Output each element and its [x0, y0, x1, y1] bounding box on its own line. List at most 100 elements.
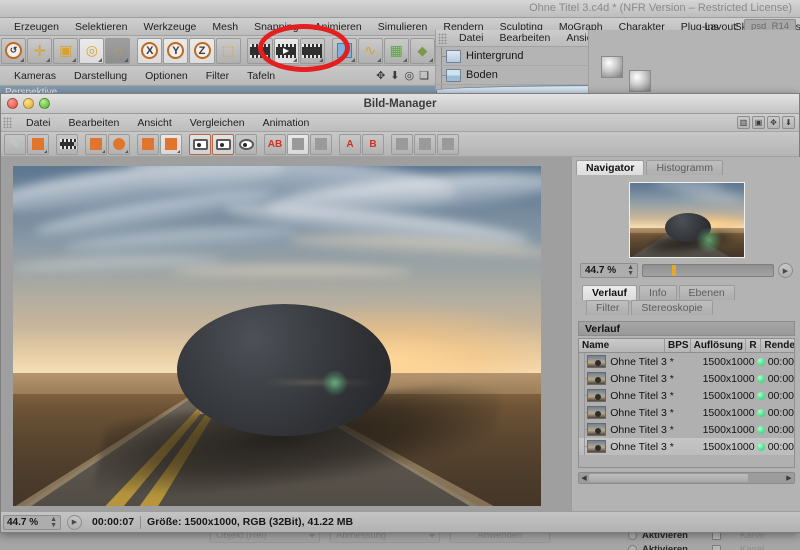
split-vertical-icon[interactable]	[391, 134, 413, 155]
copy-image-icon[interactable]	[137, 134, 159, 155]
history-row[interactable]: Ohne Titel 3 * 1500x1000 00:00	[579, 387, 794, 404]
column-render-time[interactable]: Rende	[761, 339, 794, 352]
pv-menu-ansicht[interactable]: Ansicht	[128, 117, 180, 129]
render-to-picture-viewer-icon[interactable]	[274, 38, 299, 64]
view-ab-icon[interactable]	[235, 134, 257, 155]
diff-compare-icon[interactable]	[310, 134, 332, 155]
move-tool-icon[interactable]: ✛	[27, 38, 52, 64]
rotate-tool-icon[interactable]: ◎	[79, 38, 104, 64]
column-r[interactable]: R	[746, 339, 761, 352]
filmstrip-icon[interactable]	[56, 134, 78, 155]
history-row[interactable]: Ohne Titel 3 * 1500x1000 00:00	[579, 404, 794, 421]
menu-simulieren[interactable]: Simulieren	[370, 18, 436, 36]
world-object-coordinates-icon[interactable]: ⬚	[216, 38, 241, 64]
tab-filter[interactable]: Filter	[586, 300, 629, 315]
menu-werkzeuge[interactable]: Werkzeuge	[135, 18, 204, 36]
viewmenu-kameras[interactable]: Kameras	[6, 70, 64, 82]
column-aufloesung[interactable]: Auflösung	[691, 339, 747, 352]
move-panel-icon[interactable]: ✥	[767, 116, 780, 129]
status-play-icon[interactable]: ▶	[67, 515, 82, 530]
scroll-left-icon[interactable]: ◀	[579, 473, 589, 483]
axis-z-icon[interactable]: Z	[189, 38, 214, 64]
undo-icon[interactable]: ↺	[1, 38, 26, 64]
menu-mesh[interactable]: Mesh	[204, 18, 246, 36]
column-name[interactable]: Name	[579, 339, 665, 352]
history-thumbnail-icon	[587, 355, 606, 368]
navigator-zoom-slider[interactable]	[642, 264, 774, 277]
panel-grip-icon[interactable]	[3, 117, 12, 128]
compare-ab-icon[interactable]: AB	[264, 134, 286, 155]
axis-y-icon[interactable]: Y	[163, 38, 188, 64]
generator-icon[interactable]: ▦	[384, 38, 409, 64]
scale-tool-icon[interactable]: ▣	[53, 38, 78, 64]
rendered-image[interactable]	[13, 166, 541, 506]
tab-verlauf[interactable]: Verlauf	[582, 285, 637, 300]
save-image-icon[interactable]	[27, 134, 49, 155]
menu-snapping[interactable]: Snapping	[246, 18, 306, 36]
dolly-view-icon[interactable]: ⬇	[390, 69, 399, 82]
pv-menu-bearbeiten[interactable]: Bearbeiten	[60, 117, 129, 129]
open-image-icon[interactable]: ✎	[4, 134, 26, 155]
rotate-view-icon[interactable]: ◎	[405, 69, 415, 82]
viewmenu-optionen[interactable]: Optionen	[137, 70, 196, 82]
pv-menu-animation[interactable]: Animation	[254, 117, 319, 129]
viewmenu-filter[interactable]: Filter	[198, 70, 237, 82]
tab-navigator[interactable]: Navigator	[576, 160, 644, 175]
split-grid-icon[interactable]	[414, 134, 436, 155]
tab-histogramm[interactable]: Histogramm	[646, 160, 723, 175]
checkbox-2[interactable]	[712, 545, 721, 550]
split-panel-icon[interactable]: ▥	[737, 116, 750, 129]
add-person-icon[interactable]	[108, 134, 130, 155]
grid-compare-icon[interactable]	[287, 134, 309, 155]
history-row-selected[interactable]: Ohne Titel 3 * 1500x1000 00:00	[579, 438, 794, 455]
view-compare-icon[interactable]	[212, 134, 234, 155]
set-b-icon[interactable]: B	[362, 134, 384, 155]
tab-stereoskopie[interactable]: Stereoskopie	[631, 300, 712, 315]
viewmenu-darstellung[interactable]: Darstellung	[66, 70, 135, 82]
axis-x-icon[interactable]: X	[137, 38, 162, 64]
scrollbar-thumb[interactable]	[589, 474, 748, 482]
history-list[interactable]: Ohne Titel 3 * 1500x1000 00:00 Ohne Tite…	[578, 353, 795, 468]
dock-panel-icon[interactable]: ⬇	[782, 116, 795, 129]
cube-primitive-icon[interactable]	[332, 38, 357, 64]
material-swatch[interactable]	[601, 56, 623, 78]
pv-menu-vergleichen[interactable]: Vergleichen	[181, 117, 254, 129]
maximize-view-icon[interactable]: ❏	[419, 69, 429, 82]
history-horizontal-scrollbar[interactable]: ◀ ▶	[578, 472, 795, 484]
radio-aktivieren-2[interactable]	[628, 545, 637, 550]
picture-viewer-title-bar[interactable]: Bild-Manager	[1, 94, 799, 114]
status-zoom-field[interactable]: 44.7 %▲▼	[3, 515, 61, 530]
spline-icon[interactable]: ∿	[358, 38, 383, 64]
column-bps[interactable]: BPS	[665, 339, 691, 352]
navigator-zoom-next-icon[interactable]: ▶	[778, 263, 793, 278]
menu-animieren[interactable]: Animieren	[306, 18, 369, 36]
fullscreen-panel-icon[interactable]: ▣	[752, 116, 765, 129]
history-row[interactable]: Ohne Titel 3 * 1500x1000 00:00	[579, 353, 794, 370]
menu-selektieren[interactable]: Selektieren	[67, 18, 136, 36]
scroll-right-icon[interactable]: ▶	[784, 473, 794, 483]
om-menu-bearbeiten[interactable]: Bearbeiten	[493, 32, 558, 44]
rotate-alt-icon[interactable]: ◌	[105, 38, 130, 64]
panel-grip-icon[interactable]	[438, 33, 447, 44]
pv-menu-datei[interactable]: Datei	[17, 117, 60, 129]
om-menu-datei[interactable]: Datei	[452, 32, 491, 44]
deformer-icon[interactable]: ◆	[410, 38, 435, 64]
render-settings-icon[interactable]	[300, 38, 325, 64]
view-single-icon[interactable]	[189, 134, 211, 155]
material-swatch[interactable]	[629, 70, 651, 92]
split-horizontal-icon[interactable]	[437, 134, 459, 155]
tab-ebenen[interactable]: Ebenen	[679, 285, 735, 300]
menu-erzeugen[interactable]: Erzeugen	[6, 18, 67, 36]
history-row[interactable]: Ohne Titel 3 * 1500x1000 00:00	[579, 370, 794, 387]
render-view-icon[interactable]	[247, 38, 272, 64]
image-display-area[interactable]	[1, 157, 571, 511]
navigator-zoom-field[interactable]: 44.7 %▲▼	[580, 263, 638, 278]
history-row[interactable]: Ohne Titel 3 * 1500x1000 00:00	[579, 421, 794, 438]
paste-image-icon[interactable]	[160, 134, 182, 155]
navigator-thumbnail[interactable]	[629, 182, 745, 258]
send-to-layer-icon[interactable]	[85, 134, 107, 155]
viewmenu-tafeln[interactable]: Tafeln	[239, 70, 283, 82]
tab-info[interactable]: Info	[639, 285, 677, 300]
pan-view-icon[interactable]: ✥	[376, 69, 385, 82]
set-a-icon[interactable]: A	[339, 134, 361, 155]
